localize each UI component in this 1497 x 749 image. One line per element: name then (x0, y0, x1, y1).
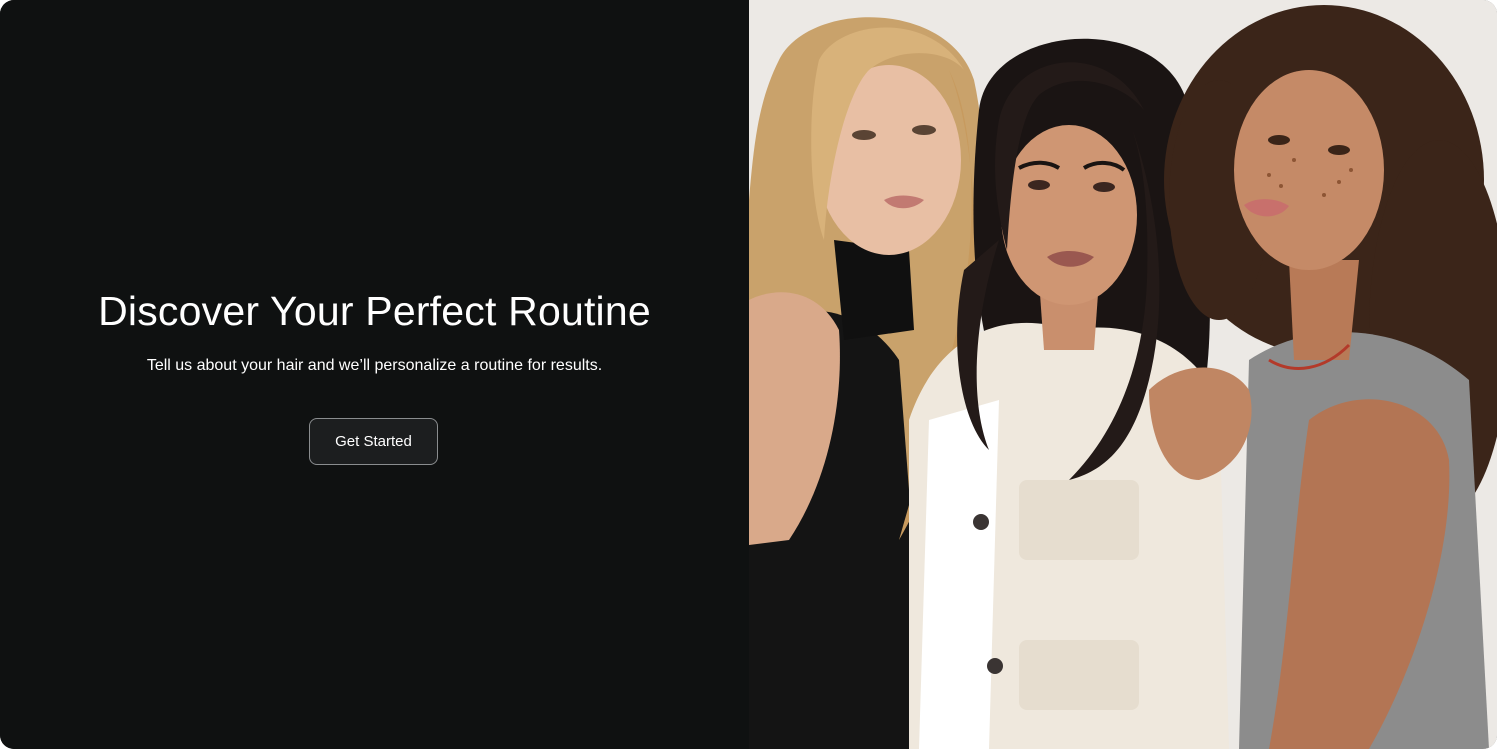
hero-text-panel: Discover Your Perfect Routine Tell us ab… (0, 0, 749, 749)
get-started-button[interactable]: Get Started (309, 418, 438, 465)
hero-headline: Discover Your Perfect Routine (98, 288, 651, 334)
hero-subheadline: Tell us about your hair and we’ll person… (146, 357, 603, 374)
hero-banner: Discover Your Perfect Routine Tell us ab… (0, 0, 1497, 749)
hero-photo (749, 0, 1497, 749)
three-models-illustration (749, 0, 1497, 749)
